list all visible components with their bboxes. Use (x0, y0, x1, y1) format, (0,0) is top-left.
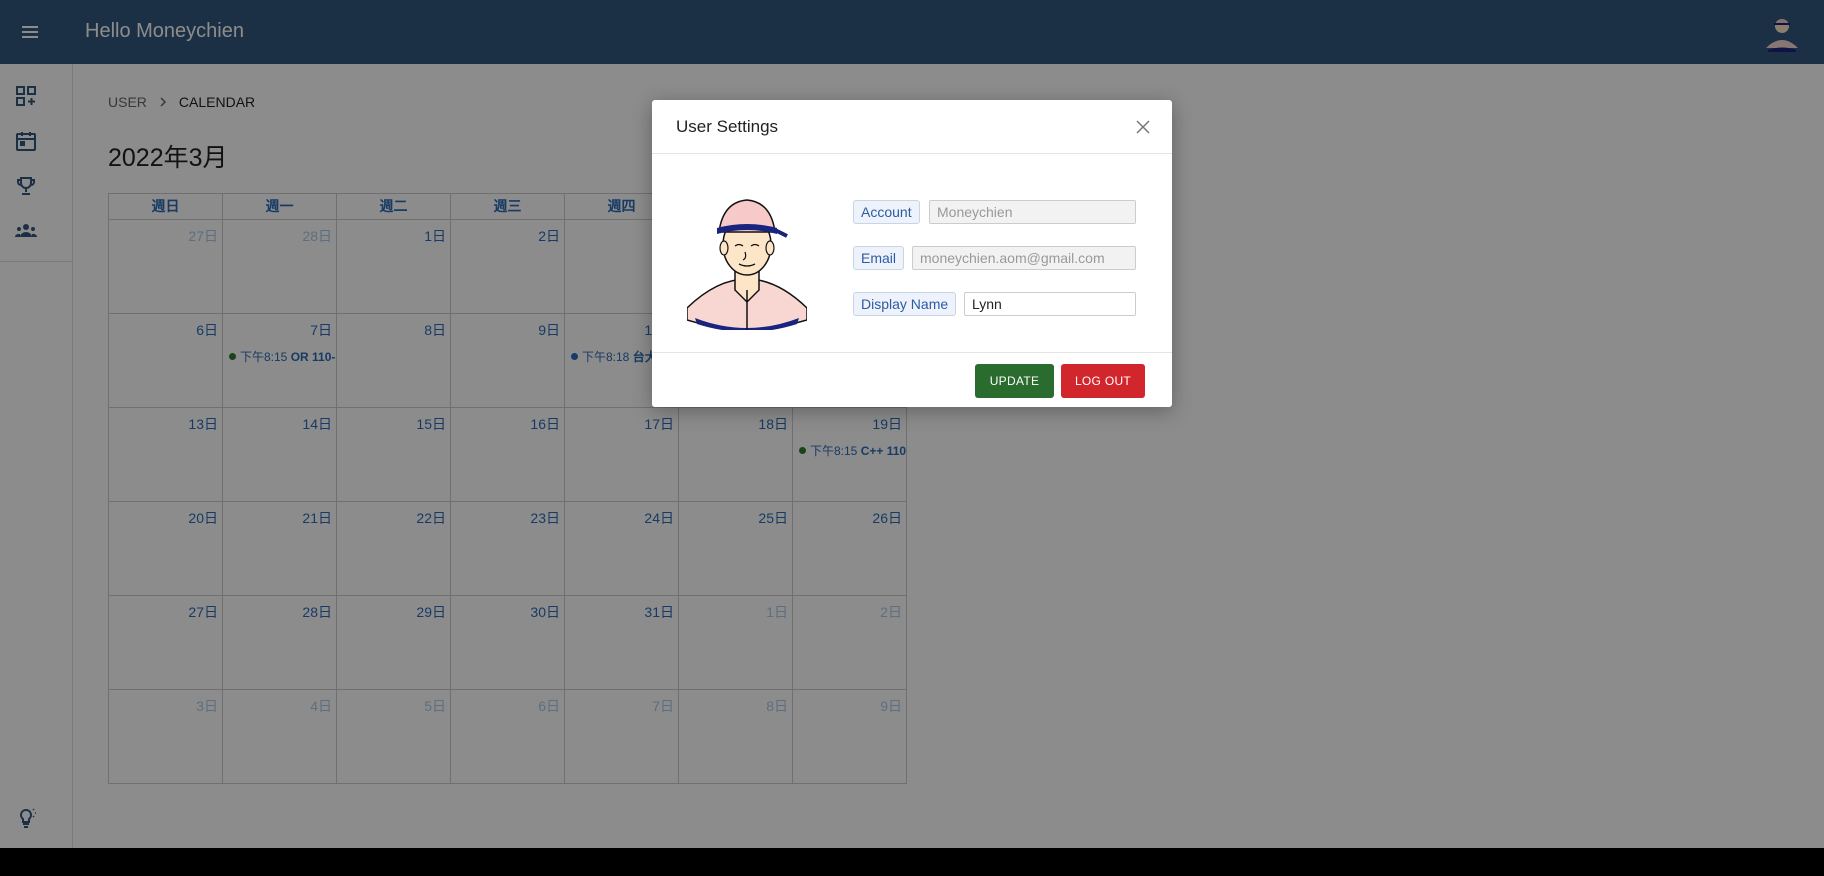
app-window: Hello Moneychien USER CALENDAR 2022年3月 週… (0, 0, 1824, 848)
logout-button[interactable]: LOG OUT (1061, 364, 1145, 398)
profile-avatar (686, 190, 808, 332)
account-field (929, 200, 1136, 224)
close-icon[interactable] (1134, 118, 1152, 136)
display-name-field[interactable] (964, 292, 1136, 316)
dialog-footer-divider (652, 352, 1172, 353)
dialog-title: User Settings (676, 117, 779, 136)
email-label: Email (853, 246, 905, 270)
dialog-header: User Settings (652, 100, 1172, 154)
email-field (912, 246, 1136, 270)
display-name-label: Display Name (853, 292, 957, 316)
user-settings-dialog: User Settings Account Moneychien Email m… (652, 100, 1172, 407)
update-button[interactable]: UPDATE (975, 364, 1054, 398)
account-label: Account (853, 200, 920, 224)
